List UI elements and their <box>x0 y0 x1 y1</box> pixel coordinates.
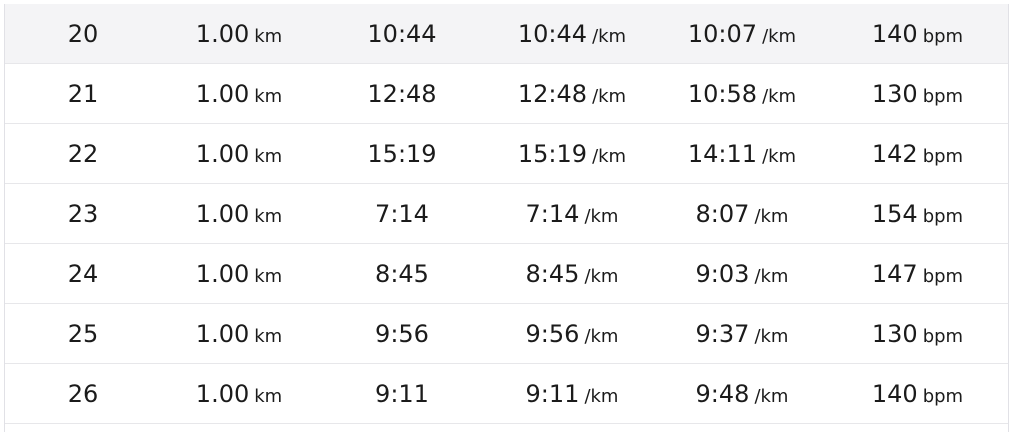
distance-unit: km <box>254 85 283 107</box>
split-gap: 8:07/km <box>695 199 789 228</box>
split-heart-rate: 130 bpm <box>871 79 964 108</box>
split-time: 10:44 <box>367 19 437 48</box>
split-gap: 9:03/km <box>695 259 789 288</box>
distance-unit: km <box>254 325 283 347</box>
split-row-24[interactable]: 24 1.00 km 8:45 8:45/km 9:03/km 147 bpm <box>5 244 1008 304</box>
split-gap: 14:11/km <box>687 139 797 168</box>
pace-unit: /km <box>584 205 619 227</box>
split-distance: 1.00 km <box>195 259 283 288</box>
split-pace: 9:56/km <box>525 319 619 348</box>
split-row-22[interactable]: 22 1.00 km 15:19 15:19/km 14:11/km 142 bpm <box>5 124 1008 184</box>
split-number: 26 <box>67 379 99 408</box>
split-number: 25 <box>67 319 99 348</box>
split-row-25[interactable]: 25 1.00 km 9:56 9:56/km 9:37/km 130 bpm <box>5 304 1008 364</box>
split-distance: 1.00 km <box>195 199 283 228</box>
gap-unit: /km <box>762 145 797 167</box>
pace-unit: /km <box>584 325 619 347</box>
split-distance: 1.00 km <box>195 79 283 108</box>
hr-unit: bpm <box>922 85 964 107</box>
distance-unit: km <box>254 145 283 167</box>
hr-unit: bpm <box>922 25 964 47</box>
hr-unit: bpm <box>922 325 964 347</box>
split-heart-rate: 142 bpm <box>871 139 964 168</box>
split-heart-rate: 130 bpm <box>871 319 964 348</box>
split-pace: 15:19/km <box>517 139 627 168</box>
split-distance: 1.00 km <box>195 379 283 408</box>
split-number: 24 <box>67 259 99 288</box>
pace-unit: /km <box>592 85 627 107</box>
split-heart-rate: 147 bpm <box>871 259 964 288</box>
split-time: 8:45 <box>375 259 429 288</box>
distance-unit: km <box>254 25 283 47</box>
split-number: 22 <box>67 139 99 168</box>
distance-unit: km <box>254 265 283 287</box>
split-heart-rate: 154 bpm <box>871 199 964 228</box>
gap-unit: /km <box>762 85 797 107</box>
split-number: 20 <box>67 19 99 48</box>
split-gap: 9:37/km <box>695 319 789 348</box>
split-time: 12:48 <box>367 79 437 108</box>
split-number: 21 <box>67 79 99 108</box>
split-row-23[interactable]: 23 1.00 km 7:14 7:14/km 8:07/km 154 bpm <box>5 184 1008 244</box>
split-gap: 10:58/km <box>687 79 797 108</box>
split-heart-rate: 140 bpm <box>871 19 964 48</box>
split-time: 15:19 <box>367 139 437 168</box>
hr-unit: bpm <box>922 145 964 167</box>
distance-unit: km <box>254 385 283 407</box>
pace-unit: /km <box>592 25 627 47</box>
hr-unit: bpm <box>922 385 964 407</box>
gap-unit: /km <box>762 25 797 47</box>
split-gap: 10:07/km <box>687 19 797 48</box>
split-gap: 9:48/km <box>695 379 789 408</box>
gap-unit: /km <box>754 325 789 347</box>
gap-unit: /km <box>754 385 789 407</box>
split-pace: 9:11/km <box>525 379 619 408</box>
hr-unit: bpm <box>922 205 964 227</box>
hr-unit: bpm <box>922 265 964 287</box>
split-row-26[interactable]: 26 1.00 km 9:11 9:11/km 9:48/km 140 bpm <box>5 364 1008 424</box>
split-row-partial <box>5 424 1008 432</box>
split-heart-rate: 140 bpm <box>871 379 964 408</box>
split-time: 9:56 <box>375 319 429 348</box>
split-pace: 8:45/km <box>525 259 619 288</box>
split-time: 9:11 <box>375 379 429 408</box>
split-row-21[interactable]: 21 1.00 km 12:48 12:48/km 10:58/km 130 bpm <box>5 64 1008 124</box>
pace-unit: /km <box>592 145 627 167</box>
split-distance: 1.00 km <box>195 139 283 168</box>
split-row-20[interactable]: 20 1.00 km 10:44 10:44/km 10:07/km 140 bpm <box>5 4 1008 64</box>
splits-table: 20 1.00 km 10:44 10:44/km 10:07/km 140 bpm… <box>4 4 1009 432</box>
split-pace: 10:44/km <box>517 19 627 48</box>
split-time: 7:14 <box>375 199 429 228</box>
pace-unit: /km <box>584 385 619 407</box>
distance-unit: km <box>254 205 283 227</box>
split-distance: 1.00 km <box>195 19 283 48</box>
gap-unit: /km <box>754 265 789 287</box>
pace-unit: /km <box>584 265 619 287</box>
split-distance: 1.00 km <box>195 319 283 348</box>
split-pace: 7:14/km <box>525 199 619 228</box>
gap-unit: /km <box>754 205 789 227</box>
split-pace: 12:48/km <box>517 79 627 108</box>
split-number: 23 <box>67 199 99 228</box>
